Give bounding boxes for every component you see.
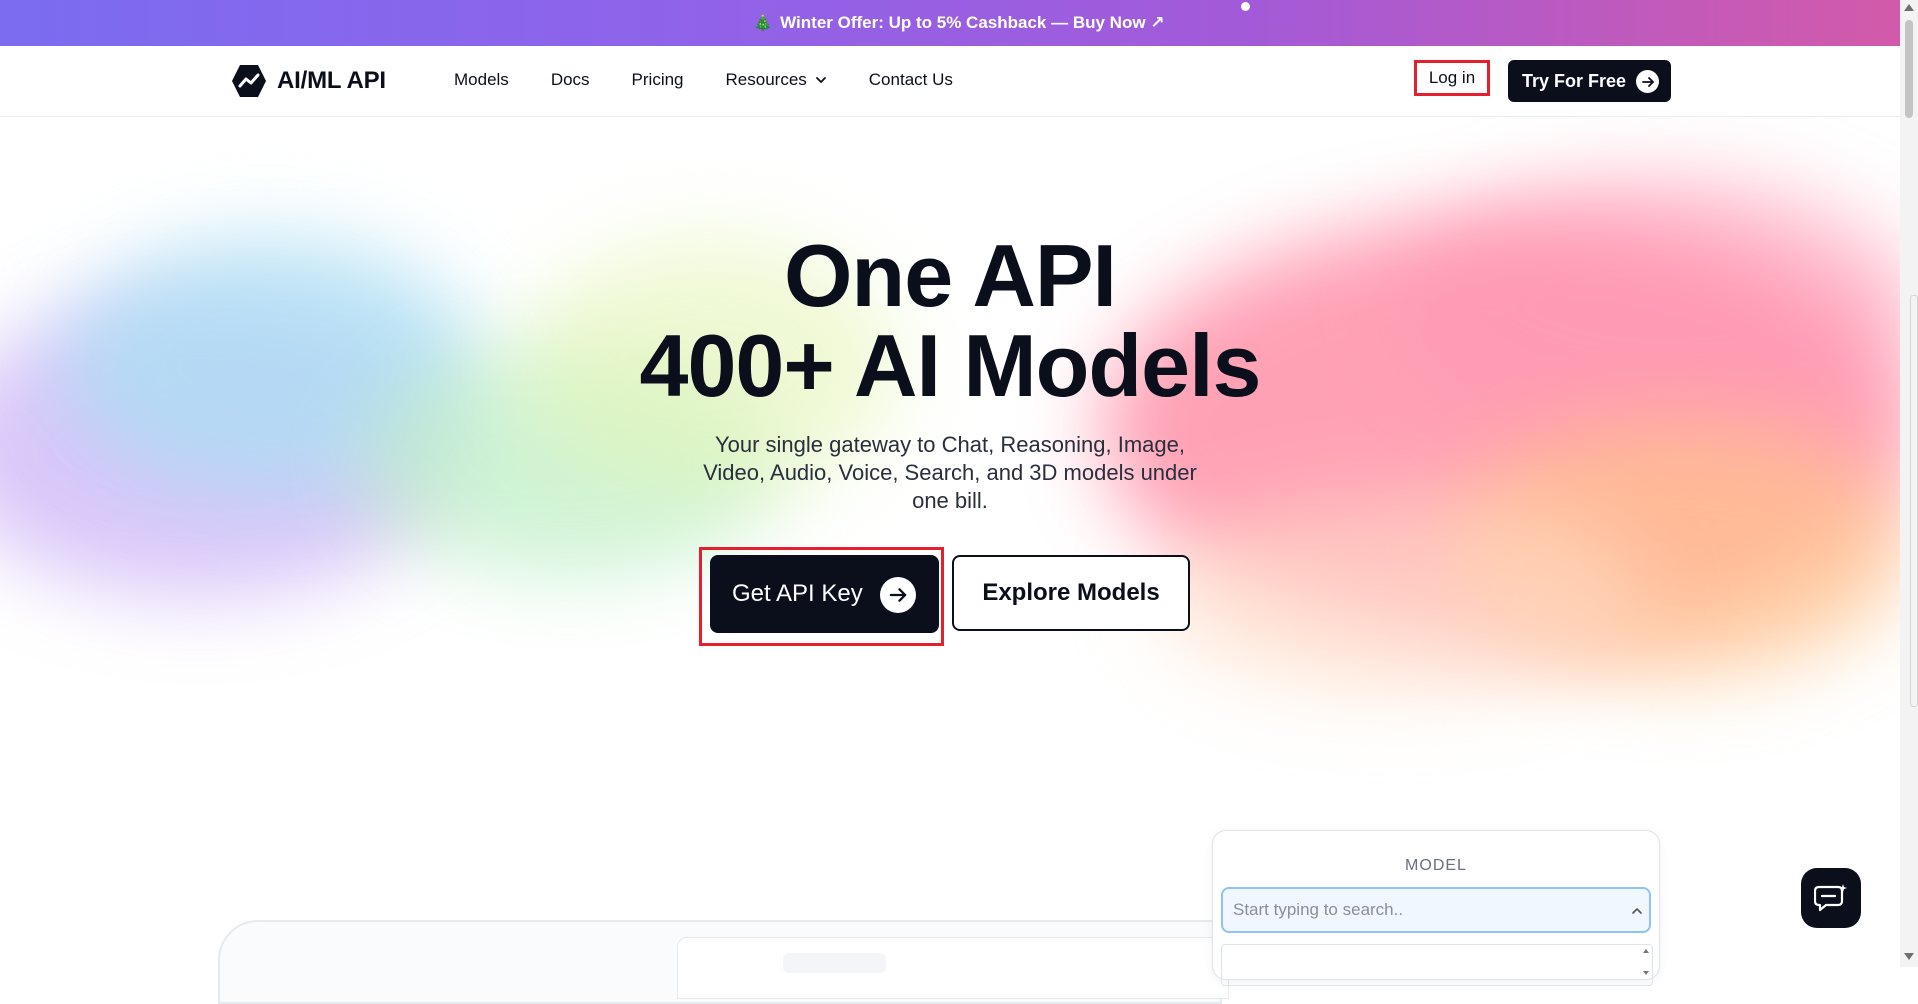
- site-header: AI/ML API Models Docs Pricing Resources …: [0, 46, 1900, 117]
- chat-widget-button[interactable]: [1801, 868, 1861, 928]
- hero-subtitle: Your single gateway to Chat, Reasoning, …: [703, 432, 1197, 513]
- nav-resources[interactable]: Resources: [726, 70, 827, 90]
- nav-contact[interactable]: Contact Us: [869, 70, 953, 90]
- list-scrollbar[interactable]: [1642, 947, 1650, 977]
- get-api-key-button[interactable]: Get API Key: [710, 555, 939, 633]
- brand-logo[interactable]: AI/ML API: [231, 64, 386, 98]
- tree-icon: 🎄: [753, 15, 773, 32]
- nav-resources-label: Resources: [725, 70, 807, 89]
- scrollbar-track-marker: [1910, 295, 1918, 707]
- arrow-right-icon: [1636, 70, 1659, 93]
- try-for-free-label: Try For Free: [1522, 70, 1627, 91]
- nav-docs[interactable]: Docs: [551, 70, 590, 90]
- model-search-input[interactable]: [1221, 887, 1651, 933]
- chevron-down-icon: [815, 77, 826, 83]
- main-nav: Models Docs Pricing Resources Contact Us: [454, 70, 995, 90]
- model-options-list[interactable]: [1221, 944, 1653, 986]
- try-for-free-button[interactable]: Try For Free: [1508, 60, 1671, 102]
- nav-pricing[interactable]: Pricing: [632, 70, 684, 90]
- hero-title-line2: 400+ AI Models: [639, 316, 1262, 415]
- hero-title-line1: One API: [783, 226, 1117, 325]
- model-label: MODEL: [1405, 857, 1467, 874]
- promo-text[interactable]: Winter Offer: Up to 5% Cashback — Buy No…: [780, 13, 1164, 33]
- promo-banner[interactable]: 🎄 Winter Offer: Up to 5% Cashback — Buy …: [0, 0, 1918, 46]
- brand-name: AI/ML API: [277, 67, 386, 94]
- chevron-up-icon[interactable]: [1631, 905, 1643, 917]
- indicator-dot: [1241, 2, 1250, 11]
- playground-preview-inner: [677, 937, 1229, 999]
- scrollbar-thumb[interactable]: [1905, 20, 1913, 118]
- model-selector-panel: MODEL: [1212, 830, 1660, 986]
- page-scrollbar[interactable]: [1900, 0, 1918, 967]
- scroll-down-arrow-icon[interactable]: [1904, 953, 1914, 960]
- nav-models[interactable]: Models: [454, 70, 509, 90]
- login-button[interactable]: Log in: [1414, 60, 1490, 96]
- arrow-right-icon: [880, 577, 916, 613]
- scroll-up-arrow-icon[interactable]: [1904, 4, 1914, 11]
- explore-models-button[interactable]: Explore Models: [952, 555, 1190, 631]
- playground-preview-tab[interactable]: [783, 953, 886, 973]
- logo-hexagon-icon: [232, 65, 266, 97]
- get-api-key-label: Get API Key: [732, 580, 863, 607]
- chat-bubble-icon: [1814, 884, 1847, 912]
